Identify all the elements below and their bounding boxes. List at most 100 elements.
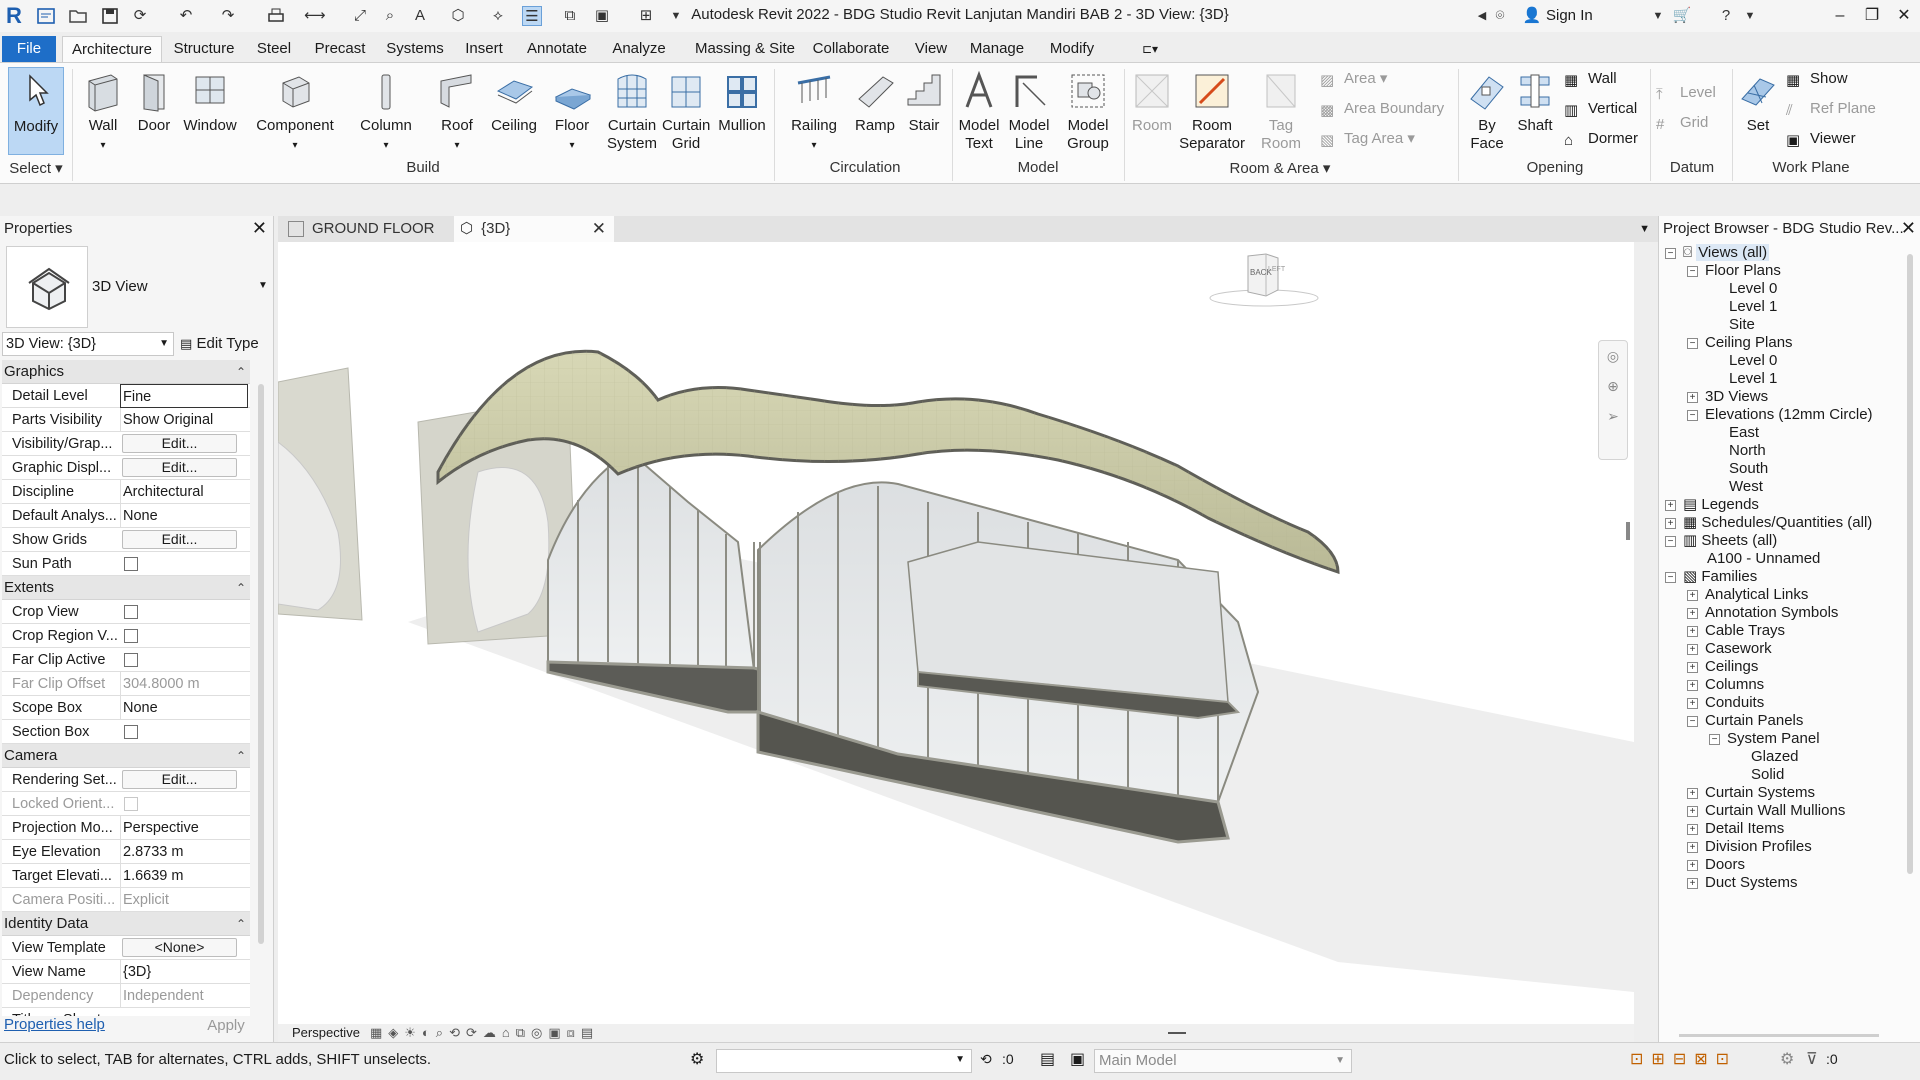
projection-mode-label[interactable]: Perspective [292,1024,360,1042]
close-project-browser-icon[interactable]: ✕ [1901,218,1916,239]
tab-modify[interactable]: Modify [1040,36,1104,62]
prop-row[interactable]: Crop Region V... [2,624,250,648]
close-window-button[interactable]: ✕ [1886,0,1920,32]
tab-massing-site[interactable]: Massing & Site [686,36,804,62]
orbit-icon[interactable]: ➢ [1599,401,1627,431]
tree-item[interactable]: + Duct Systems [1687,872,1798,894]
model-line-button[interactable]: Model Line [1004,67,1054,153]
show-grids-edit-button[interactable]: Edit... [122,530,237,549]
sun-path-checkbox[interactable] [124,557,138,571]
prop-row[interactable]: Projection Mo... Perspective [2,816,250,840]
prop-row[interactable]: Sun Path [2,552,250,576]
minimize-button[interactable]: – [1822,0,1858,32]
section-box-checkbox[interactable] [124,725,138,739]
viewport-scroll-thumb[interactable] [1626,522,1630,540]
type-selector-dropdown-icon[interactable]: ▼ [258,280,268,291]
search-back-icon[interactable]: ◀ [1472,6,1492,26]
floor-button[interactable]: Floor ▾ [548,67,596,155]
tab-analyze[interactable]: Analyze [604,36,674,62]
prop-row[interactable]: Crop View [2,600,250,624]
selection-filter-icons[interactable]: ⊡⊞⊟⊠⊡ [1630,1049,1737,1069]
crop-view-checkbox[interactable] [124,605,138,619]
wall-button[interactable]: Wall ▾ [78,67,128,155]
prop-row[interactable]: Scope Box None [2,696,250,720]
background-processes-icon[interactable]: ⚙ [1780,1049,1794,1069]
tab-steel[interactable]: Steel [252,36,296,62]
door-button[interactable]: Door [132,67,176,135]
room-separator-button[interactable]: Room Separator [1178,67,1246,153]
prop-row[interactable]: Parts Visibility Show Original [2,408,250,432]
signin-dropdown-icon[interactable]: ▼ [1648,6,1668,26]
prop-row[interactable]: Rendering Set... Edit... [2,768,250,792]
user-icon[interactable]: 👤 [1522,6,1542,26]
column-button[interactable]: Column ▾ [356,67,416,155]
help-dropdown-icon[interactable]: ▼ [1740,6,1760,26]
ceiling-button[interactable]: Ceiling [486,67,542,135]
level-button[interactable]: ⤒ Level [1656,81,1716,105]
tab-insert[interactable]: Insert [460,36,508,62]
rendering-edit-button[interactable]: Edit... [122,770,237,789]
design-option-select[interactable]: Main Model ▼ [1094,1049,1352,1073]
prop-row[interactable]: Detail Level Fine [2,384,250,408]
tab-file[interactable]: File [2,36,56,62]
view-control-icons[interactable]: ▦◈☀◐⌕⟲⟳☁⌂⧉◎▣⧈▤ [370,1024,599,1042]
curtain-grid-button[interactable]: Curtain Grid [660,67,712,153]
workset-select[interactable]: ▼ [716,1049,972,1073]
graphic-display-edit-button[interactable]: Edit... [122,458,237,477]
tab-list-dropdown-icon[interactable]: ▼ [1639,216,1650,242]
camera-group[interactable]: Camera ⌃ [2,744,250,768]
tab-architecture[interactable]: Architecture [62,36,162,62]
modify-button[interactable]: Modify [8,67,64,155]
instance-selector[interactable]: 3D View: {3D} ▼ [2,332,174,356]
editing-requests-icon[interactable]: ⟲ [980,1051,992,1068]
restore-button[interactable]: ❐ [1854,0,1890,32]
room-area-panel-title[interactable]: Room & Area ▾ [1130,159,1430,177]
viewcube-left-face[interactable]: LEFT [1268,266,1285,273]
component-button[interactable]: Component ▾ [252,67,338,155]
prop-row[interactable]: Discipline Architectural [2,480,250,504]
prop-row[interactable]: View Template <None> [2,936,250,960]
properties-scrollbar[interactable] [258,384,264,944]
prop-row[interactable]: Eye Elevation 2.8733 m [2,840,250,864]
close-tab-icon[interactable]: ✕ [592,216,606,242]
properties-help-link[interactable]: Properties help [4,1016,105,1033]
browser-scrollbar[interactable] [1907,254,1913,874]
ribbon-minimize-toggle-icon[interactable]: ⊏▾ [1130,36,1170,62]
prop-row[interactable]: Section Box [2,720,250,744]
drawing-area-3d[interactable]: BACK LEFT ◎ ⊕ ➢ [278,242,1634,1024]
prop-row[interactable]: Far Clip Active [2,648,250,672]
design-options-icon[interactable]: ▤ [1040,1049,1055,1069]
model-group-button[interactable]: Model Group [1058,67,1118,153]
select-panel-title[interactable]: Select ▾ [4,159,68,177]
tab-precast[interactable]: Precast [310,36,370,62]
roof-button[interactable]: Roof ▾ [432,67,482,155]
ramp-button[interactable]: Ramp [850,67,900,135]
tab-structure[interactable]: Structure [168,36,240,62]
prop-row[interactable]: Show Grids Edit... [2,528,250,552]
prop-row[interactable]: Default Analys... None [2,504,250,528]
extents-group[interactable]: Extents ⌃ [2,576,250,600]
browser-hscrollbar[interactable] [1679,1034,1879,1037]
graphics-group[interactable]: Graphics ⌃ [2,360,250,384]
curtain-system-button[interactable]: Curtain System [604,67,660,153]
close-properties-icon[interactable]: ✕ [252,218,267,239]
sign-in-link[interactable]: Sign In [1546,6,1593,26]
prop-row[interactable]: Graphic Displ... Edit... [2,456,250,480]
area-boundary-button[interactable]: ▩ Area Boundary [1320,97,1444,121]
set-work-plane-button[interactable]: Set [1736,67,1780,135]
dormer-button[interactable]: ⌂ Dormer [1564,127,1638,151]
tree-elevations[interactable]: − Elevations (12mm Circle) [1687,404,1873,426]
steering-wheel-icon[interactable]: ◎ [1599,341,1627,371]
tab-annotate[interactable]: Annotate [522,36,592,62]
design-option-set-icon[interactable]: ▣ [1070,1049,1085,1069]
apply-button[interactable]: Apply [184,1014,268,1038]
tab-ground-floor[interactable]: GROUND FLOOR [282,216,452,242]
edit-type-button[interactable]: ▤ Edit Type [180,332,259,356]
area-button[interactable]: ▨ Area ▾ [1320,67,1387,91]
far-clip-checkbox[interactable] [124,653,138,667]
room-button[interactable]: Room [1128,67,1176,135]
view-template-button[interactable]: <None> [122,938,237,957]
wall-opening-button[interactable]: ▦ Wall [1564,67,1617,91]
view-bar-grip[interactable] [1168,1032,1186,1034]
tag-room-button[interactable]: Tag Room [1252,67,1310,153]
